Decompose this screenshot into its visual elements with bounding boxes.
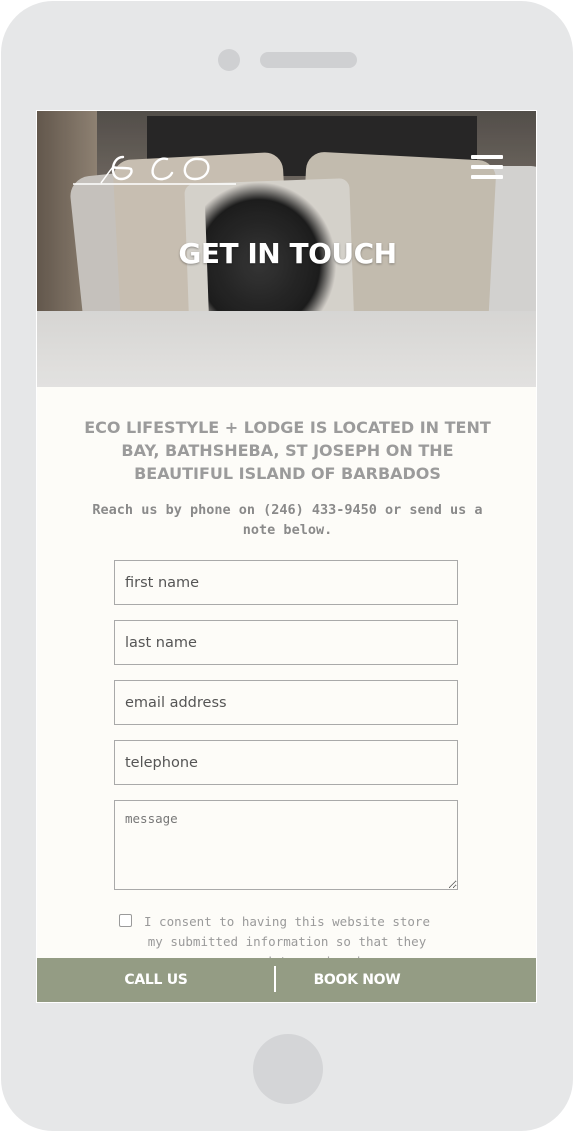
intro-heading: ECO LIFESTYLE + LODGE IS LOCATED IN TENT…	[84, 418, 491, 483]
hero-banner: GET IN TOUCH	[37, 111, 536, 387]
book-now-button[interactable]: BOOK NOW	[277, 958, 437, 1002]
email-field[interactable]	[114, 680, 458, 725]
home-button[interactable]	[253, 1034, 323, 1104]
bar-divider	[274, 966, 276, 992]
front-camera	[218, 49, 240, 71]
first-name-field[interactable]	[114, 560, 458, 605]
message-field[interactable]	[114, 800, 458, 890]
telephone-field[interactable]	[114, 740, 458, 785]
screen: GET IN TOUCH ECO LIFESTYLE + LODGE IS LO…	[36, 110, 537, 1003]
earpiece-speaker	[260, 52, 357, 68]
contact-text: Reach us by phone on (246) 433-9450 or s…	[92, 502, 483, 538]
eco-logo[interactable]	[71, 145, 241, 190]
bottom-action-bar: CALL US BOOK NOW	[37, 958, 536, 1002]
call-us-button[interactable]: CALL US	[37, 958, 275, 1002]
last-name-field[interactable]	[114, 620, 458, 665]
consent-checkbox[interactable]	[119, 914, 132, 927]
hamburger-menu-icon[interactable]	[471, 155, 503, 179]
page-title: GET IN TOUCH	[178, 237, 397, 270]
